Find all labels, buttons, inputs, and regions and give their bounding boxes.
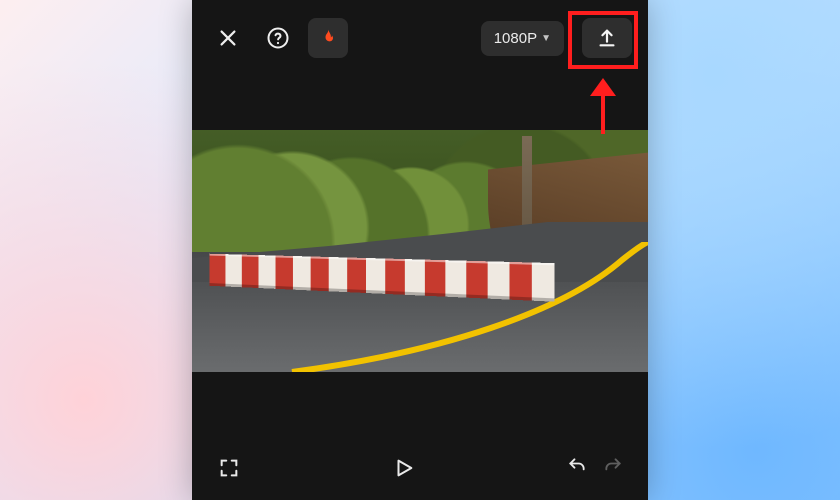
undo-button[interactable] [566,456,588,481]
fullscreen-button[interactable] [216,455,242,481]
upload-icon [596,27,618,49]
video-editor-panel: 1080P ▼ [192,0,648,500]
close-icon [217,27,239,49]
redo-button[interactable] [602,456,624,481]
help-button[interactable] [258,18,298,58]
video-preview[interactable] [192,130,648,372]
fullscreen-icon [218,457,240,479]
play-button[interactable] [390,454,418,482]
history-controls [566,456,624,481]
resolution-label: 1080P [494,30,537,47]
play-icon [393,456,415,480]
redo-icon [602,456,624,476]
annotation-arrow [588,78,618,134]
close-button[interactable] [208,18,248,58]
fire-icon [318,27,338,49]
undo-icon [566,456,588,476]
bottom-bar [192,454,648,482]
top-bar: 1080P ▼ [192,0,648,58]
help-icon [266,26,290,50]
export-button[interactable] [582,18,632,58]
chevron-down-icon: ▼ [541,33,551,44]
resolution-dropdown[interactable]: 1080P ▼ [481,21,564,56]
trending-button[interactable] [308,18,348,58]
